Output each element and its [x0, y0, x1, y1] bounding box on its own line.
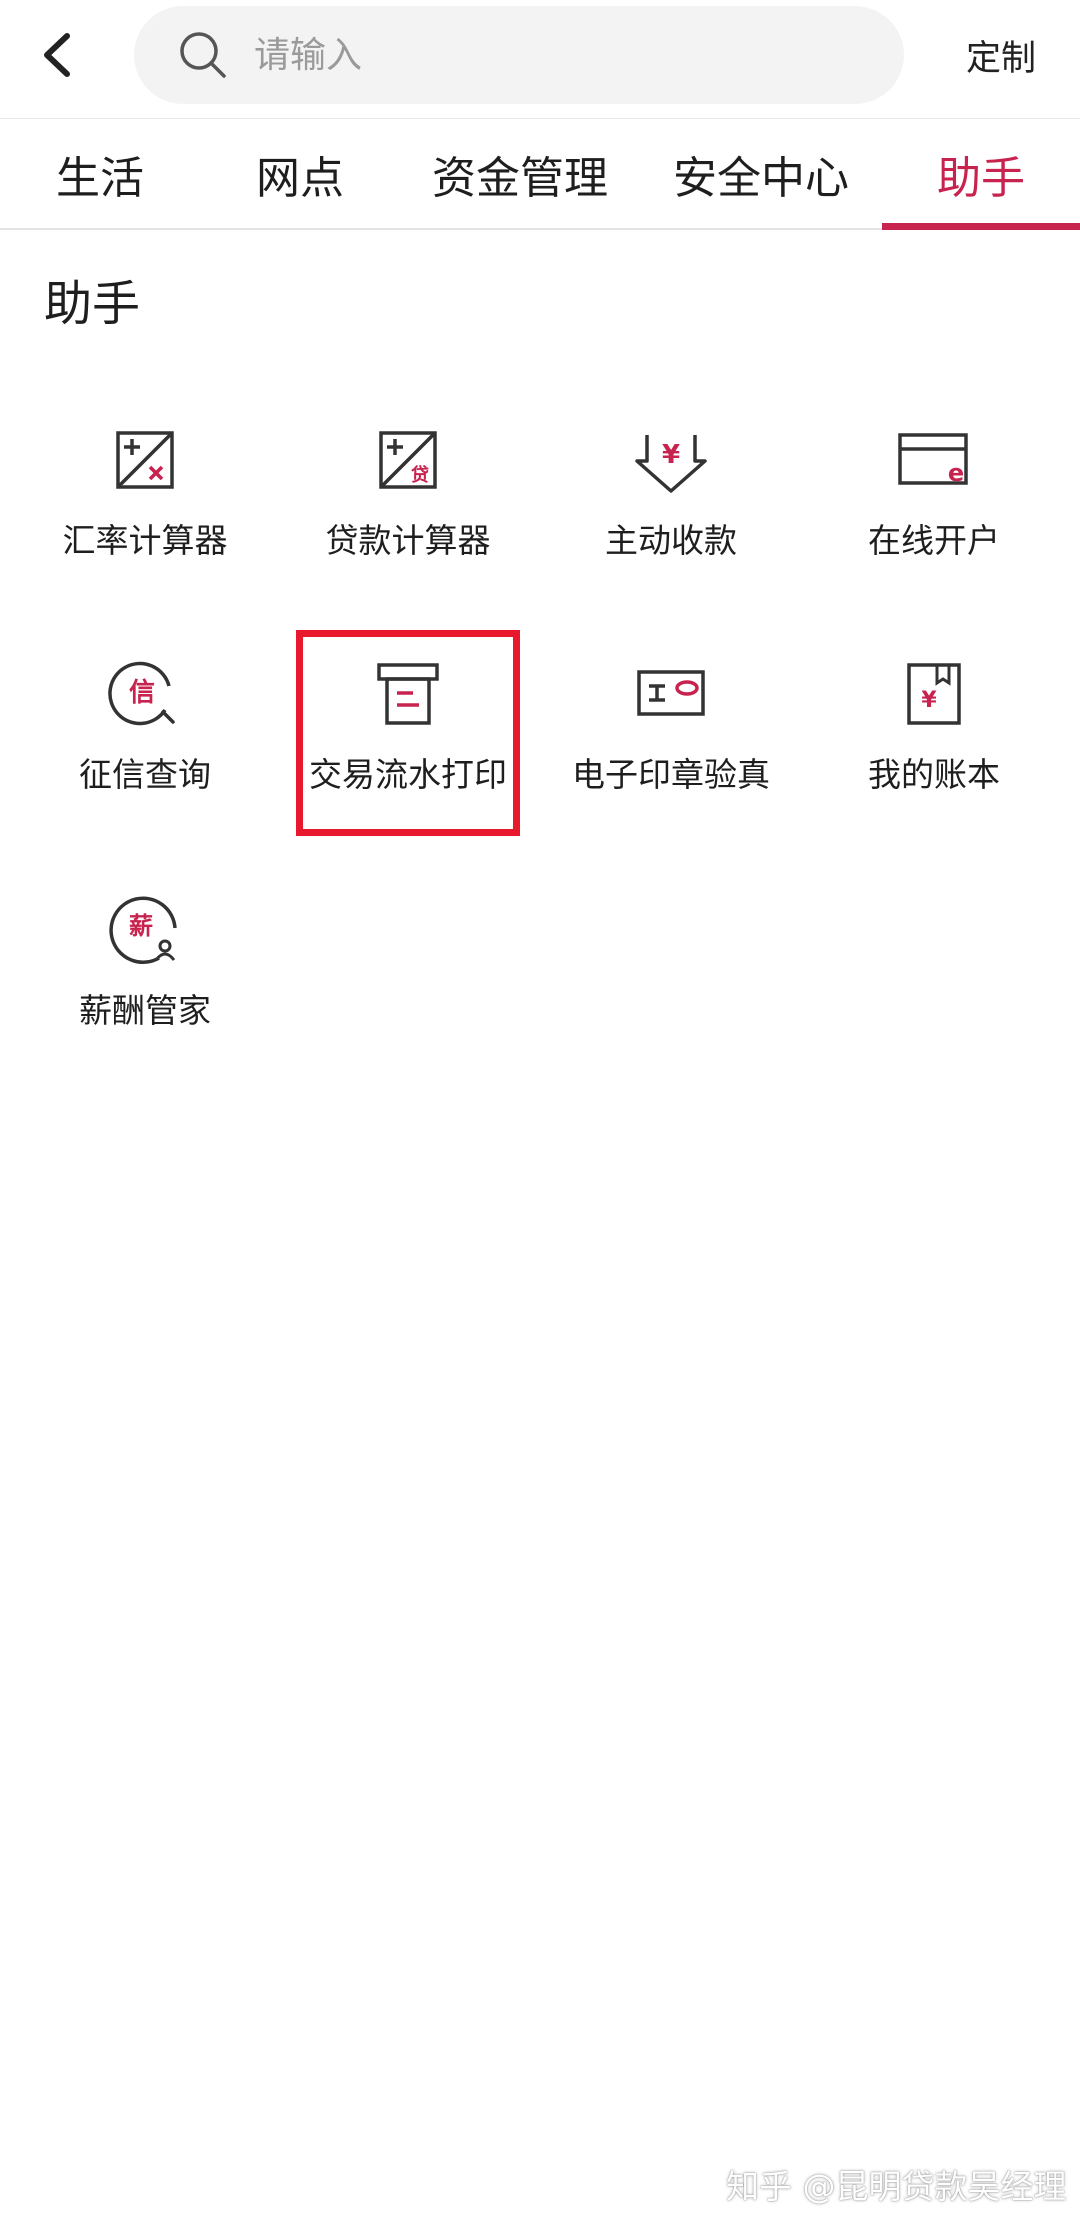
item-ledger[interactable]: ¥ 我的账本: [799, 644, 1069, 844]
seal-verify-icon: [611, 644, 731, 744]
svg-text:贷: 贷: [411, 464, 429, 486]
svg-text:¥: ¥: [662, 440, 680, 470]
credit-query-icon: 信: [85, 644, 205, 744]
search-input[interactable]: [254, 34, 814, 76]
item-label: 汇率计算器: [62, 521, 228, 560]
print-statement-icon: [348, 644, 468, 744]
ledger-icon: ¥: [874, 644, 994, 744]
item-print-statement[interactable]: 交易流水打印: [273, 644, 543, 844]
section-title: 助手: [44, 276, 141, 332]
tab-security-center[interactable]: 安全中心: [640, 119, 882, 229]
tab-assistant[interactable]: 助手: [882, 119, 1080, 229]
item-label: 主动收款: [605, 521, 737, 560]
receive-payment-icon: ¥: [611, 410, 731, 510]
online-account-icon: e: [874, 410, 994, 510]
customize-button[interactable]: 定制: [966, 30, 1036, 81]
tab-outlets[interactable]: 网点: [200, 119, 400, 229]
svg-text:薪: 薪: [129, 912, 153, 940]
svg-text:¥: ¥: [921, 688, 937, 713]
item-salary-manager[interactable]: 薪 薪酬管家: [10, 880, 280, 1080]
item-label: 贷款计算器: [325, 521, 491, 560]
item-seal-verify[interactable]: 电子印章验真: [536, 644, 806, 844]
chevron-left-icon: [44, 33, 70, 77]
item-label: 交易流水打印: [309, 755, 507, 794]
item-label: 征信查询: [79, 755, 211, 794]
item-online-account[interactable]: e 在线开户: [799, 410, 1069, 610]
item-label: 在线开户: [868, 521, 1000, 560]
tab-fund-management[interactable]: 资金管理: [400, 119, 640, 229]
back-button[interactable]: [22, 20, 92, 90]
svg-text:e: e: [948, 459, 964, 487]
loan-calculator-icon: 贷: [348, 410, 468, 510]
search-bar[interactable]: [134, 6, 904, 104]
item-credit-query[interactable]: 信 征信查询: [10, 644, 280, 844]
item-label: 薪酬管家: [79, 991, 211, 1030]
svg-text:信: 信: [129, 678, 155, 708]
item-loan-calculator[interactable]: 贷 贷款计算器: [273, 410, 543, 610]
top-bar: 定制: [0, 0, 1080, 118]
salary-manager-icon: 薪: [85, 880, 205, 980]
item-exchange-calculator[interactable]: 汇率计算器: [10, 410, 280, 610]
item-receive-payment[interactable]: ¥ 主动收款: [536, 410, 806, 610]
exchange-calculator-icon: [85, 410, 205, 510]
tab-life[interactable]: 生活: [0, 119, 200, 229]
search-icon: [178, 29, 230, 81]
category-tabs: 生活 网点 资金管理 安全中心 助手: [0, 118, 1080, 230]
item-label: 电子印章验真: [572, 755, 770, 794]
item-label: 我的账本: [868, 755, 1000, 794]
watermark: 知乎 @昆明贷款吴经理: [726, 2167, 1067, 2206]
active-tab-indicator: [882, 223, 1080, 230]
